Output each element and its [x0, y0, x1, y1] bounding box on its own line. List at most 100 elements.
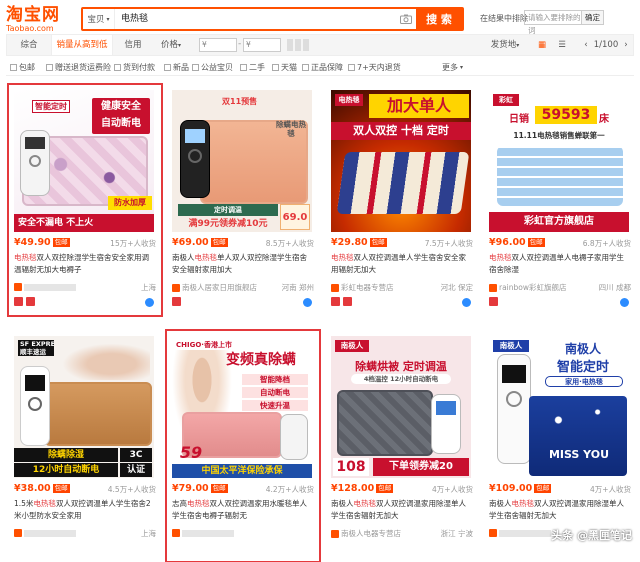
image-text: 自动断电 — [101, 118, 141, 129]
ship-from-select[interactable]: 发货地▾ — [485, 35, 525, 55]
price-value: ¥38.00 — [14, 483, 51, 494]
shop-row: rainbow彩虹旗舰店 四川 成都 — [489, 282, 631, 294]
product-card[interactable]: 健康安全 自动断电 智能定时 安全不漏电 不上火 防水加厚 ¥49.90 包邮 15万… — [7, 83, 163, 317]
image-tag: 智能定时 — [32, 100, 70, 113]
product-image[interactable]: SF EXPRESS 顺丰速运 除螨除湿 3C 12小时自动断电 认证 — [14, 336, 154, 478]
blanket-photo — [529, 396, 627, 476]
image-headline: 除螨除湿 — [14, 448, 118, 462]
location: 河北 保定 — [440, 283, 473, 292]
filter-genuine[interactable]: 正品保障 — [302, 62, 343, 73]
exclude-input[interactable]: 请输入要排除的词 — [524, 10, 582, 35]
wangwang-icon[interactable] — [303, 298, 312, 307]
search-input[interactable]: 电热毯 — [115, 9, 396, 29]
wangwang-icon[interactable] — [620, 298, 629, 307]
image-tag: 4档温控 12小时自动断电 — [351, 374, 451, 384]
sort-default[interactable]: 综合 — [11, 35, 47, 55]
filter-new[interactable]: 新品 — [164, 62, 189, 73]
filter-return-insurance[interactable]: 赠送退货运费险 — [46, 62, 111, 73]
shop-name[interactable]: 南极人电器专营店 — [341, 529, 401, 538]
controller-photo — [20, 366, 50, 446]
sort-credit[interactable]: 信用 — [115, 35, 151, 55]
product-image[interactable]: 南极人 南极人 智能定时 家用·电热毯 MISS YOU — [489, 336, 629, 478]
next-page-icon[interactable]: › — [621, 35, 631, 55]
service-icons — [489, 297, 498, 307]
shop-name[interactable]: 彩虹电器专营店 — [341, 283, 394, 292]
checkbox-icon — [240, 64, 247, 71]
product-image[interactable]: 南极人 除螨烘被 定时调温 4档温控 12小时自动断电 108 下单领券减20 — [331, 336, 471, 478]
product-title[interactable]: 电热毯双人双控调温单人学生宿舍安全家用辐射无加大 — [331, 252, 473, 278]
price-max-input[interactable]: ¥ — [243, 38, 281, 52]
product-card[interactable]: CHIGO·香港上市 变频真除螨 智能降档 自动断电 快速升温 59 中国太平洋… — [165, 329, 321, 562]
image-logo: 彩虹 — [493, 94, 519, 106]
filter-7day-return[interactable]: 7+天内退货 — [348, 62, 401, 73]
product-title[interactable]: 南极人电热毯双人双控调温家用除湿单人学生宿舍辐射无加大 — [489, 498, 631, 524]
filter-label: 天猫 — [281, 63, 297, 72]
product-title[interactable]: 1.5米电热毯双人双控调温单人学生宿舍2米小型防水安全家用 — [14, 498, 156, 524]
price-value: ¥29.80 — [331, 237, 368, 248]
product-image[interactable]: CHIGO·香港上市 变频真除螨 智能降档 自动断电 快速升温 59 中国太平洋… — [172, 336, 312, 478]
title-text: 南极人 — [172, 253, 195, 262]
filter-more[interactable]: 更多 ▾ — [442, 62, 463, 73]
image-logo: 南极人 — [493, 340, 529, 352]
search-button[interactable]: 搜 索 — [416, 9, 462, 29]
title-keyword: 电热毯 — [489, 253, 512, 262]
title-text: 南极人 — [489, 499, 512, 508]
camera-icon[interactable] — [396, 9, 416, 29]
filter-free-shipping[interactable]: 包邮 — [10, 62, 35, 73]
product-title[interactable]: 电热毯双人双控调温单人电褥子家用学生宿舍除湿 — [489, 252, 631, 278]
shop-icon — [331, 284, 339, 292]
prev-page-icon[interactable]: ‹ — [581, 35, 591, 55]
sf-express-logo: SF EXPRESS 顺丰速运 — [18, 340, 64, 356]
product-price: ¥29.80 包邮 7.5万+人收货 — [331, 237, 473, 249]
badge: 包邮 — [376, 484, 394, 493]
shop-icon — [172, 284, 180, 292]
sold-count: 7.5万+人收货 — [424, 239, 473, 248]
product-image[interactable]: 彩虹 日销 59593 床 11.11电热毯销售蝉联第一 彩虹官方旗舰店 — [489, 90, 629, 232]
list-view-icon[interactable]: ☰ — [555, 35, 569, 55]
product-card[interactable]: SF EXPRESS 顺丰速运 除螨除湿 3C 12小时自动断电 认证 ¥38.0… — [8, 330, 162, 562]
product-image[interactable]: 电热毯 加大单人 双人双控 十档 定时 — [331, 90, 471, 232]
exclude-confirm-button[interactable]: 确定 — [582, 10, 604, 25]
product-title[interactable]: 电热毯双人双控除湿学生宿舍安全家用调温辐射无加大电褥子 — [14, 252, 156, 278]
grid-view-icon[interactable]: ▦ — [535, 35, 549, 55]
controller-photo — [280, 414, 308, 460]
filter-charity[interactable]: 公益宝贝 — [192, 62, 233, 73]
product-card[interactable]: 彩虹 日销 59593 床 11.11电热毯销售蝉联第一 彩虹官方旗舰店 ¥96… — [483, 84, 637, 316]
product-price: ¥128.00 包邮 4万+人收货 — [331, 483, 473, 495]
exclude-label: 在结果中排除 — [480, 14, 528, 23]
image-coupon: 下单领券减20 — [373, 458, 469, 476]
image-tag: 电热毯 — [335, 94, 363, 106]
product-title[interactable]: 南极人电热毯双人双控调温家用除湿单人学生宿舍辐射无加大 — [331, 498, 473, 524]
title-keyword: 电热毯 — [14, 253, 37, 262]
filter-cod[interactable]: 货到付款 — [114, 62, 155, 73]
image-headline: 除螨烘被 定时调温 — [355, 360, 447, 373]
price-value: ¥49.90 — [14, 237, 51, 248]
sort-price[interactable]: 价格▾ — [153, 35, 189, 55]
product-image[interactable]: 健康安全 自动断电 智能定时 安全不漏电 不上火 防水加厚 — [14, 90, 154, 232]
shop-name[interactable]: rainbow彩虹旗舰店 — [499, 283, 567, 292]
sort-sales[interactable]: 销量从高到低 — [51, 35, 113, 55]
product-title[interactable]: 志高电热毯双人双控调温家用水暖毯单人学生宿舍电褥子辐射无 — [172, 498, 314, 524]
wangwang-icon[interactable] — [462, 298, 471, 307]
product-title[interactable]: 南极人电热毯单人双人双控除湿学生宿舍安全辐射家用加大 — [172, 252, 314, 278]
product-image[interactable]: 双11预售 除螨电热毯 定时调温 满99元领券减10元 69.0 — [172, 90, 312, 232]
price-min-input[interactable]: ¥ — [199, 38, 237, 52]
filter-row: 包邮 赠送退货运费险 货到付款 新品 公益宝贝 二手 天猫 正品保障 7+天内退… — [6, 58, 634, 76]
controller-photo — [497, 354, 531, 464]
filter-secondhand[interactable]: 二手 — [240, 62, 265, 73]
product-card[interactable]: 电热毯 加大单人 双人双控 十档 定时 ¥29.80 包邮 7.5万+人收货 电热毯… — [325, 84, 479, 316]
filter-tmall[interactable]: 天猫 — [272, 62, 297, 73]
product-price: ¥38.00 包邮 4.5万+人收货 — [14, 483, 156, 495]
taobao-logo[interactable]: 淘宝网 Taobao.com — [6, 6, 76, 34]
image-headline: 智能定时 — [556, 360, 609, 375]
product-card[interactable]: 南极人 除螨烘被 定时调温 4档温控 12小时自动断电 108 下单领券减20 … — [325, 330, 479, 562]
image-headline: 变频真除螨 — [226, 352, 296, 368]
location: 四川 成都 — [598, 283, 631, 292]
wangwang-icon[interactable] — [145, 298, 154, 307]
product-price: ¥109.00 包邮 4万+人收货 — [489, 483, 631, 495]
shop-name[interactable]: 南极人居家日用旗舰店 — [182, 283, 257, 292]
shop-icon — [489, 529, 497, 537]
image-tag: 认证 — [120, 463, 152, 477]
product-card[interactable]: 双11预售 除螨电热毯 定时调温 满99元领券减10元 69.0 ¥69.00 包… — [166, 84, 320, 316]
search-scope-select[interactable]: 宝贝 ▾ — [83, 9, 115, 29]
